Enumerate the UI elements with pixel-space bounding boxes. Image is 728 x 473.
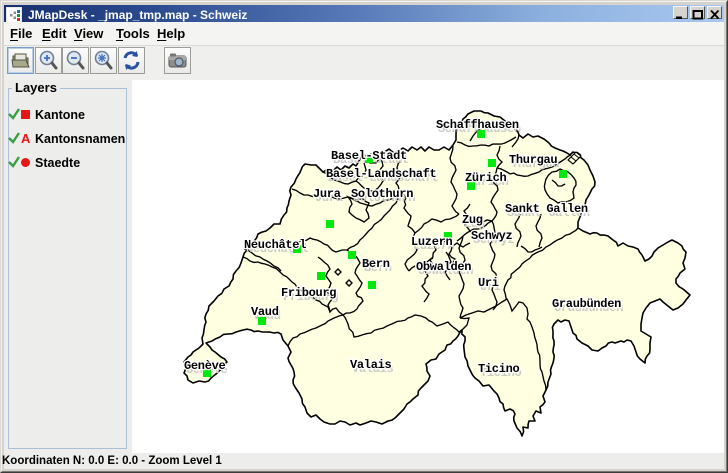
svg-text:Basel-Landschaft: Basel-Landschaft <box>326 167 437 181</box>
svg-text:Schaffhausen: Schaffhausen <box>436 118 519 132</box>
svg-text:Ticino: Ticino <box>478 362 520 376</box>
svg-text:Genève: Genève <box>184 359 226 373</box>
svg-text:Obwalden: Obwalden <box>416 260 471 274</box>
svg-text:Fribourg: Fribourg <box>281 286 336 300</box>
svg-text:Bern: Bern <box>362 257 390 271</box>
svg-text:Schwyz: Schwyz <box>471 229 513 243</box>
svg-text:Graubünden: Graubünden <box>552 297 621 311</box>
svg-text:Vaud: Vaud <box>251 305 279 319</box>
svg-text:Zürich: Zürich <box>465 171 507 185</box>
svg-text:Basel-Stadt: Basel-Stadt <box>331 149 407 163</box>
svg-text:Uri: Uri <box>478 276 499 290</box>
svg-text:Valais: Valais <box>350 358 392 372</box>
svg-text:Neuchâtel: Neuchâtel <box>244 238 306 252</box>
svg-text:Thurgau: Thurgau <box>509 153 557 167</box>
svg-text:Solothurn: Solothurn <box>351 187 413 201</box>
svg-text:A: A <box>21 131 31 145</box>
svg-text:Zug: Zug <box>462 213 483 227</box>
svg-text:Sankt Gallen: Sankt Gallen <box>505 202 588 216</box>
svg-text:Jura: Jura <box>313 187 341 201</box>
svg-text:Luzern: Luzern <box>411 235 453 249</box>
